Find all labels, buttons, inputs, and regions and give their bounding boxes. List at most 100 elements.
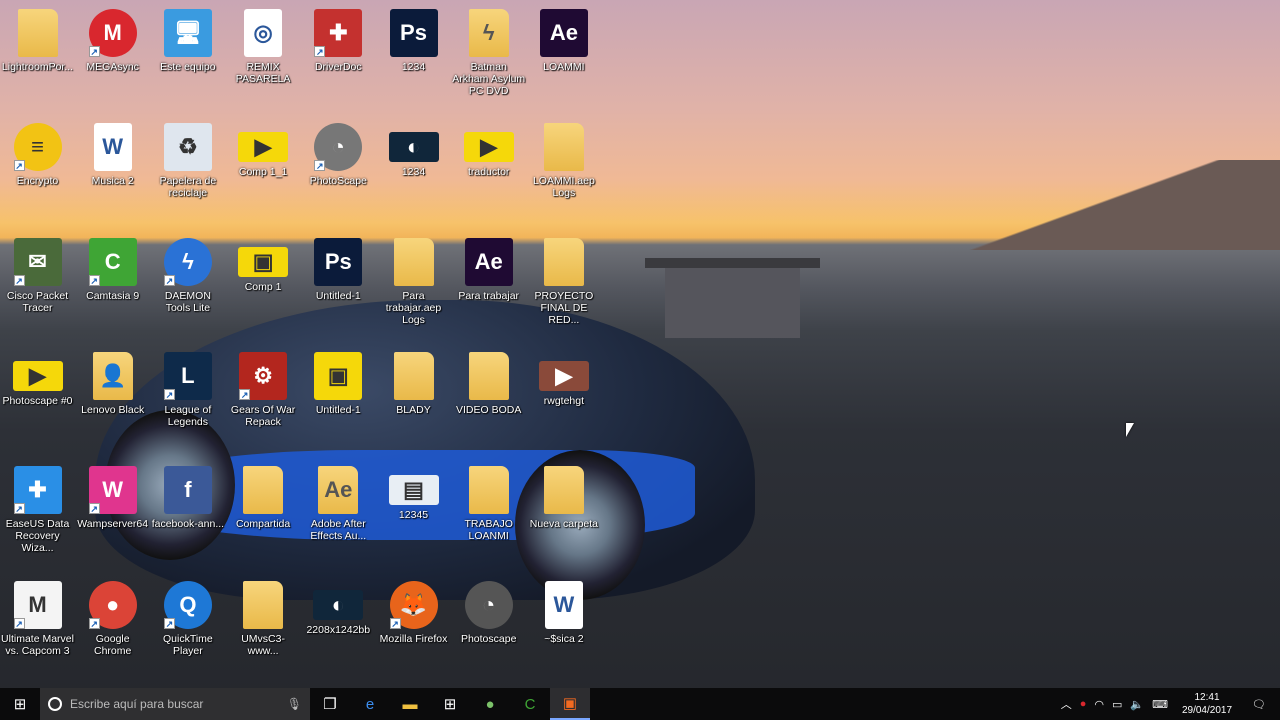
- photoshop-file-icon: Ps: [389, 9, 438, 57]
- desktop-icon[interactable]: ▶ Comp 1_1: [226, 117, 301, 227]
- gears-of-war-icon: ⚙ ↗: [239, 351, 288, 400]
- desktop-icon[interactable]: L ↗ League of Legends: [150, 346, 225, 456]
- camtasia-icon: C ↗: [88, 237, 137, 286]
- desktop-icon[interactable]: M ↗ MEGAsync: [75, 3, 150, 113]
- desktop-icon[interactable]: Ps Untitled-1: [301, 232, 376, 342]
- desktop-icon[interactable]: VIDEO BODA: [451, 346, 526, 456]
- desktop-icon[interactable]: ▤ 12345: [376, 460, 451, 570]
- league-of-legends-icon: L ↗: [163, 351, 212, 400]
- desktop-icon[interactable]: W Musica 2: [75, 117, 150, 227]
- desktop-icon[interactable]: 🖥 Este equipo: [150, 3, 225, 113]
- desktop-icon[interactable]: ♻ Papelera de reciclaje: [150, 117, 225, 227]
- desktop-icon[interactable]: ◐ 1234: [376, 117, 451, 227]
- desktop-icon[interactable]: Ae Para trabajar: [451, 232, 526, 342]
- desktop-icon[interactable]: ✚ ↗ EaseUS Data Recovery Wiza...: [0, 460, 75, 570]
- desktop-icon[interactable]: C ↗ Camtasia 9: [75, 232, 150, 342]
- battery-icon[interactable]: ▭: [1112, 698, 1122, 711]
- video-thumbnail-icon: ▶: [538, 360, 589, 391]
- desktop-icon[interactable]: ✉ ↗ Cisco Packet Tracer: [0, 232, 75, 342]
- shortcut-arrow-icon: ↗: [13, 503, 25, 515]
- quicktime-icon: Q ↗: [163, 580, 212, 629]
- desktop-icon[interactable]: ▶ rwgtehgt: [526, 346, 601, 456]
- desktop-icon[interactable]: TRABAJO LOANMI: [451, 460, 526, 570]
- desktop-icon-label: Adobe After Effects Au...: [310, 518, 367, 543]
- desktop-icon[interactable]: ◐ 2208x1242bb: [301, 575, 376, 685]
- desktop-icon[interactable]: LightroomPor...: [0, 3, 75, 113]
- marvel-capcom-icon: M ↗: [13, 580, 62, 629]
- mega-icon: M ↗: [88, 9, 137, 57]
- desktop-icon[interactable]: Nueva carpeta: [526, 460, 601, 570]
- desktop-icon[interactable]: Ae LOAMMI: [526, 3, 601, 113]
- shortcut-arrow-icon: ↗: [13, 617, 25, 629]
- shortcut-arrow-icon: ↗: [88, 503, 100, 515]
- desktop-icon[interactable]: ◔ ↗ PhotoScape: [301, 117, 376, 227]
- desktop-icon-label: LightroomPor...: [1, 61, 74, 73]
- desktop-icon-label: Wampserver64: [77, 518, 149, 531]
- facebook-icon: f: [163, 466, 212, 515]
- folder-icon: [468, 466, 509, 515]
- desktop-icon[interactable]: 🦊 ↗ Mozilla Firefox: [376, 575, 451, 685]
- desktop-icon[interactable]: M ↗ Ultimate Marvel vs. Capcom 3: [0, 575, 75, 685]
- desktop-icon[interactable]: Ae Adobe After Effects Au...: [301, 460, 376, 570]
- desktop-icon[interactable]: ▣ Untitled-1: [301, 346, 376, 456]
- desktop-icon-label: 12345: [398, 509, 429, 522]
- camtasia-button[interactable]: C: [510, 688, 550, 720]
- keyboard-icon[interactable]: ⌨: [1152, 698, 1168, 711]
- desktop-icon-label: MEGAsync: [86, 61, 139, 73]
- start-button[interactable]: ⊞: [0, 688, 40, 720]
- volume-icon[interactable]: 🔈: [1130, 698, 1144, 711]
- task-view-button[interactable]: ❐: [310, 688, 350, 720]
- desktop-icon[interactable]: ϟ ↗ DAEMON Tools Lite: [150, 232, 225, 342]
- desktop-icon-label: Encrypto: [16, 175, 59, 188]
- desktop-icon[interactable]: 👤 Lenovo Black: [75, 346, 150, 456]
- clock-date: 29/04/2017: [1181, 705, 1233, 716]
- desktop-icon[interactable]: UMvsC3-www...: [226, 575, 301, 685]
- folder-icon: [468, 351, 509, 400]
- desktop-icon[interactable]: Para trabajar.aep Logs: [376, 232, 451, 342]
- desktop-icon[interactable]: ⚙ ↗ Gears Of War Repack: [226, 346, 301, 456]
- store-button[interactable]: ⊞: [430, 688, 470, 720]
- desktop-icon[interactable]: PROYECTO FINAL DE RED...: [526, 232, 601, 342]
- desktop-icon[interactable]: ≡ ↗ Encrypto: [0, 117, 75, 227]
- video-file-icon: ▶: [463, 132, 514, 163]
- clock[interactable]: 12:41 29/04/2017: [1176, 691, 1238, 717]
- camtasia-recorder-button[interactable]: ▣: [550, 688, 590, 720]
- desktop-icon-label: ~$sica 2: [544, 632, 584, 645]
- desktop-icon[interactable]: LOAMMI.aep Logs: [526, 117, 601, 227]
- wallpaper-lifeguard-hut: [645, 258, 820, 338]
- desktop-icon[interactable]: ◔ Photoscape: [451, 575, 526, 685]
- desktop-icon[interactable]: ◎ REMIX PASARELA: [226, 3, 301, 113]
- desktop-icon[interactable]: ▣ Comp 1: [226, 232, 301, 342]
- action-center-icon[interactable]: 🗨: [1246, 698, 1280, 711]
- desktop-icon[interactable]: ▶ Photoscape #0: [0, 346, 75, 456]
- shortcut-arrow-icon: ↗: [13, 274, 25, 286]
- desktop-icon-label: Ultimate Marvel vs. Capcom 3: [1, 632, 74, 657]
- maps-button[interactable]: ●: [470, 688, 510, 720]
- taskbar: ⊞ Escribe aquí para buscar 🎙 ❐ e ▬ ⊞ ● C ▣ ︿ ●…: [0, 688, 1280, 720]
- search-box[interactable]: Escribe aquí para buscar 🎙: [40, 688, 310, 720]
- desktop-icon[interactable]: Compartida: [226, 460, 301, 570]
- microphone-icon[interactable]: 🎙: [287, 697, 302, 711]
- desktop-icon[interactable]: W ~$sica 2: [526, 575, 601, 685]
- desktop-icon-label: UMvsC3-www...: [241, 632, 285, 657]
- show-hidden-icons-chevron-icon[interactable]: ︿: [1061, 696, 1072, 712]
- edge-button[interactable]: e: [350, 688, 390, 720]
- desktop-icon[interactable]: ▶ traductor: [451, 117, 526, 227]
- image-thumbnail-icon: ▤: [388, 475, 439, 506]
- word-document-icon: W: [93, 123, 132, 172]
- desktop-icon[interactable]: BLADY: [376, 346, 451, 456]
- wifi-icon[interactable]: ◠: [1094, 698, 1104, 711]
- desktop-icon[interactable]: f facebook-ann...: [150, 460, 225, 570]
- cisco-packet-tracer-icon: ✉ ↗: [13, 237, 62, 286]
- file-explorer-button[interactable]: ▬: [390, 688, 430, 720]
- desktop-icon[interactable]: Q ↗ QuickTime Player: [150, 575, 225, 685]
- desktop-icon[interactable]: ✚ ↗ DriverDoc: [301, 3, 376, 113]
- mega-tray-icon[interactable]: ●: [1080, 698, 1087, 710]
- cortana-icon: [48, 697, 62, 711]
- desktop-icon[interactable]: ● ↗ Google Chrome: [75, 575, 150, 685]
- camtasia-icon: C: [524, 695, 536, 713]
- file-explorer-icon: ▬: [402, 695, 418, 713]
- desktop-icon[interactable]: ϟ Batman Arkham Asylum PC DVD: [451, 3, 526, 113]
- desktop-icon[interactable]: Ps 1234: [376, 3, 451, 113]
- desktop-icon[interactable]: W ↗ Wampserver64: [75, 460, 150, 570]
